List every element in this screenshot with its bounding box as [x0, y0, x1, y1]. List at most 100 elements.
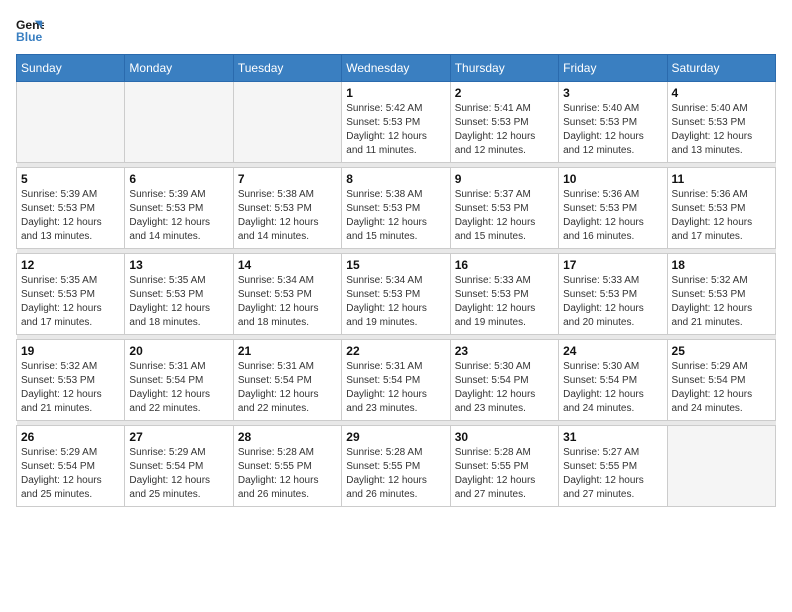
day-number: 30	[455, 430, 554, 444]
day-info: Sunrise: 5:32 AM Sunset: 5:53 PM Dayligh…	[21, 360, 120, 416]
day-info: Sunrise: 5:42 AM Sunset: 5:53 PM Dayligh…	[346, 102, 445, 158]
calendar-cell: 13 Sunrise: 5:35 AM Sunset: 5:53 PM Dayli…	[125, 254, 233, 335]
day-number: 2	[455, 86, 554, 100]
calendar-cell	[667, 426, 775, 507]
calendar-cell: 31Sunrise: 5:27 AM Sunset: 5:55 PM Dayli…	[559, 426, 667, 507]
day-number: 27	[129, 430, 228, 444]
logo-icon: General Blue	[16, 16, 44, 44]
day-info: Sunrise: 5:28 AM Sunset: 5:55 PM Dayligh…	[238, 446, 337, 502]
day-info: Sunrise: 5:36 AM Sunset: 5:53 PM Dayligh…	[672, 188, 771, 244]
day-info: Sunrise: 5:33 AM Sunset: 5:53 PM Dayligh…	[455, 274, 554, 330]
calendar-week-2: 12 Sunrise: 5:35 AM Sunset: 5:53 PM Dayli…	[17, 254, 776, 335]
day-info: Sunrise: 5:35 AM Sunset: 5:53 PM Dayligh…	[129, 274, 228, 330]
calendar-cell: 26 Sunrise: 5:29 AM Sunset: 5:54 PM Dayli…	[17, 426, 125, 507]
day-info: Sunrise: 5:31 AM Sunset: 5:54 PM Dayligh…	[238, 360, 337, 416]
calendar-cell: 5 Sunrise: 5:39 AM Sunset: 5:53 PM Daylig…	[17, 168, 125, 249]
day-number: 13	[129, 258, 228, 272]
day-number: 7	[238, 172, 337, 186]
day-number: 6	[129, 172, 228, 186]
calendar-cell: 23 Sunrise: 5:30 AM Sunset: 5:54 PM Dayli…	[450, 340, 558, 421]
day-number: 22	[346, 344, 445, 358]
calendar-week-1: 5 Sunrise: 5:39 AM Sunset: 5:53 PM Daylig…	[17, 168, 776, 249]
day-number: 20	[129, 344, 228, 358]
day-number: 10	[563, 172, 662, 186]
day-number: 4	[672, 86, 771, 100]
calendar-cell: 22 Sunrise: 5:31 AM Sunset: 5:54 PM Dayli…	[342, 340, 450, 421]
calendar-cell: 9 Sunrise: 5:37 AM Sunset: 5:53 PM Daylig…	[450, 168, 558, 249]
weekday-header-monday: Monday	[125, 55, 233, 82]
day-info: Sunrise: 5:37 AM Sunset: 5:53 PM Dayligh…	[455, 188, 554, 244]
calendar-cell: 19Sunrise: 5:32 AM Sunset: 5:53 PM Dayli…	[17, 340, 125, 421]
calendar-cell: 29Sunrise: 5:28 AM Sunset: 5:55 PM Dayli…	[342, 426, 450, 507]
day-number: 3	[563, 86, 662, 100]
day-info: Sunrise: 5:30 AM Sunset: 5:54 PM Dayligh…	[455, 360, 554, 416]
calendar-cell: 16 Sunrise: 5:33 AM Sunset: 5:53 PM Dayli…	[450, 254, 558, 335]
day-info: Sunrise: 5:39 AM Sunset: 5:53 PM Dayligh…	[129, 188, 228, 244]
page-header: General Blue	[16, 16, 776, 44]
day-number: 11	[672, 172, 771, 186]
calendar-cell: 4 Sunrise: 5:40 AM Sunset: 5:53 PM Daylig…	[667, 82, 775, 163]
day-info: Sunrise: 5:30 AM Sunset: 5:54 PM Dayligh…	[563, 360, 662, 416]
day-info: Sunrise: 5:29 AM Sunset: 5:54 PM Dayligh…	[129, 446, 228, 502]
calendar-cell: 25 Sunrise: 5:29 AM Sunset: 5:54 PM Dayli…	[667, 340, 775, 421]
day-number: 25	[672, 344, 771, 358]
calendar-cell: 3 Sunrise: 5:40 AM Sunset: 5:53 PM Daylig…	[559, 82, 667, 163]
calendar-cell: 10 Sunrise: 5:36 AM Sunset: 5:53 PM Dayli…	[559, 168, 667, 249]
calendar-cell: 17 Sunrise: 5:33 AM Sunset: 5:53 PM Dayli…	[559, 254, 667, 335]
day-number: 24	[563, 344, 662, 358]
calendar-cell: 7 Sunrise: 5:38 AM Sunset: 5:53 PM Daylig…	[233, 168, 341, 249]
calendar-cell: 11 Sunrise: 5:36 AM Sunset: 5:53 PM Dayli…	[667, 168, 775, 249]
weekday-header-wednesday: Wednesday	[342, 55, 450, 82]
day-number: 17	[563, 258, 662, 272]
calendar-cell: 6 Sunrise: 5:39 AM Sunset: 5:53 PM Daylig…	[125, 168, 233, 249]
day-info: Sunrise: 5:39 AM Sunset: 5:53 PM Dayligh…	[21, 188, 120, 244]
calendar-cell: 18 Sunrise: 5:32 AM Sunset: 5:53 PM Dayli…	[667, 254, 775, 335]
calendar-cell: 14 Sunrise: 5:34 AM Sunset: 5:53 PM Dayli…	[233, 254, 341, 335]
weekday-header-thursday: Thursday	[450, 55, 558, 82]
calendar-cell: 20 Sunrise: 5:31 AM Sunset: 5:54 PM Dayli…	[125, 340, 233, 421]
day-info: Sunrise: 5:31 AM Sunset: 5:54 PM Dayligh…	[346, 360, 445, 416]
day-info: Sunrise: 5:36 AM Sunset: 5:53 PM Dayligh…	[563, 188, 662, 244]
day-info: Sunrise: 5:34 AM Sunset: 5:53 PM Dayligh…	[346, 274, 445, 330]
calendar-cell: 21Sunrise: 5:31 AM Sunset: 5:54 PM Dayli…	[233, 340, 341, 421]
day-info: Sunrise: 5:28 AM Sunset: 5:55 PM Dayligh…	[346, 446, 445, 502]
calendar-cell: 28Sunrise: 5:28 AM Sunset: 5:55 PM Dayli…	[233, 426, 341, 507]
svg-text:Blue: Blue	[16, 30, 43, 44]
calendar-cell: 15 Sunrise: 5:34 AM Sunset: 5:53 PM Dayli…	[342, 254, 450, 335]
calendar-cell: 30 Sunrise: 5:28 AM Sunset: 5:55 PM Dayli…	[450, 426, 558, 507]
weekday-header-saturday: Saturday	[667, 55, 775, 82]
day-info: Sunrise: 5:34 AM Sunset: 5:53 PM Dayligh…	[238, 274, 337, 330]
day-info: Sunrise: 5:32 AM Sunset: 5:53 PM Dayligh…	[672, 274, 771, 330]
day-number: 31	[563, 430, 662, 444]
calendar-table: SundayMondayTuesdayWednesdayThursdayFrid…	[16, 54, 776, 507]
day-info: Sunrise: 5:33 AM Sunset: 5:53 PM Dayligh…	[563, 274, 662, 330]
day-number: 16	[455, 258, 554, 272]
day-number: 12	[21, 258, 120, 272]
day-number: 14	[238, 258, 337, 272]
day-number: 5	[21, 172, 120, 186]
calendar-cell	[233, 82, 341, 163]
calendar-week-3: 19Sunrise: 5:32 AM Sunset: 5:53 PM Dayli…	[17, 340, 776, 421]
calendar-cell	[125, 82, 233, 163]
day-info: Sunrise: 5:40 AM Sunset: 5:53 PM Dayligh…	[563, 102, 662, 158]
day-info: Sunrise: 5:28 AM Sunset: 5:55 PM Dayligh…	[455, 446, 554, 502]
calendar-week-0: 1 Sunrise: 5:42 AM Sunset: 5:53 PM Daylig…	[17, 82, 776, 163]
day-number: 23	[455, 344, 554, 358]
day-number: 1	[346, 86, 445, 100]
day-number: 26	[21, 430, 120, 444]
day-info: Sunrise: 5:35 AM Sunset: 5:53 PM Dayligh…	[21, 274, 120, 330]
calendar-cell: 12 Sunrise: 5:35 AM Sunset: 5:53 PM Dayli…	[17, 254, 125, 335]
day-info: Sunrise: 5:29 AM Sunset: 5:54 PM Dayligh…	[672, 360, 771, 416]
day-info: Sunrise: 5:40 AM Sunset: 5:53 PM Dayligh…	[672, 102, 771, 158]
day-info: Sunrise: 5:31 AM Sunset: 5:54 PM Dayligh…	[129, 360, 228, 416]
day-number: 15	[346, 258, 445, 272]
day-number: 9	[455, 172, 554, 186]
day-number: 18	[672, 258, 771, 272]
logo: General Blue	[16, 16, 44, 44]
weekday-header-sunday: Sunday	[17, 55, 125, 82]
day-info: Sunrise: 5:29 AM Sunset: 5:54 PM Dayligh…	[21, 446, 120, 502]
day-number: 8	[346, 172, 445, 186]
day-info: Sunrise: 5:38 AM Sunset: 5:53 PM Dayligh…	[238, 188, 337, 244]
weekday-header-tuesday: Tuesday	[233, 55, 341, 82]
calendar-cell: 27 Sunrise: 5:29 AM Sunset: 5:54 PM Dayli…	[125, 426, 233, 507]
